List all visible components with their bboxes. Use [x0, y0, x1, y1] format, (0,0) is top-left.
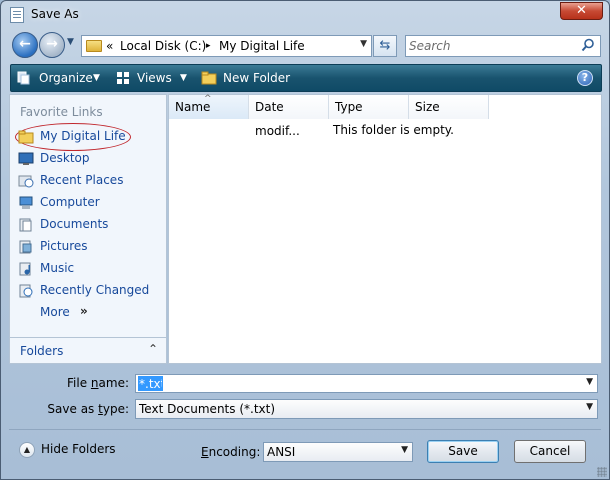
divider [9, 429, 601, 430]
views-label: Views [137, 71, 172, 85]
favorite-link-more[interactable]: More » [14, 303, 164, 323]
refresh-icon: ⇆ [379, 38, 391, 53]
folder-icon [18, 130, 34, 144]
organize-button[interactable]: Organize ▼ [17, 65, 107, 91]
forward-arrow-icon: → [46, 36, 58, 52]
recent-pages-dropdown[interactable]: ▼ [67, 37, 79, 53]
search-input[interactable] [409, 38, 579, 54]
computer-icon [19, 196, 33, 209]
views-icon [117, 72, 129, 84]
back-button[interactable]: ← [12, 32, 38, 58]
hide-folders-label: Hide Folders [41, 442, 116, 456]
encoding-label: Encoding: [201, 445, 261, 459]
favorite-link-recently-changed[interactable]: Recently Changed [14, 281, 164, 301]
folder-icon [86, 40, 102, 52]
column-header-label: Date modif... [255, 100, 300, 138]
favorite-link-desktop[interactable]: Desktop [14, 149, 164, 169]
favorite-link-label: Recent Places [40, 173, 124, 187]
organize-icon [17, 71, 30, 85]
folders-toggle-bar[interactable]: Folders ⌃ [10, 337, 166, 363]
organize-dropdown-icon: ▼ [93, 73, 100, 83]
favorite-links-heading: Favorite Links [20, 105, 103, 119]
resize-grip[interactable] [597, 467, 607, 477]
search-box[interactable] [405, 35, 601, 57]
navigation-pane: Favorite Links My Digital Life Desktop R… [9, 94, 167, 364]
back-arrow-icon: ← [19, 36, 31, 52]
breadcrumb-overflow[interactable]: « [106, 39, 113, 53]
chevron-up-icon: ▲ [19, 442, 35, 458]
new-folder-icon [201, 71, 217, 85]
address-dropdown-arrow[interactable]: ▼ [360, 39, 367, 49]
hide-folders-button[interactable]: ▲ Hide Folders [19, 441, 129, 461]
chevron-down-icon[interactable]: ▼ [586, 377, 593, 387]
savetype-label: Save as type: [47, 402, 129, 416]
command-bar: Organize ▼ Views ▼ New Folder ? [10, 64, 602, 92]
sort-ascending-icon: ^ [204, 94, 212, 104]
pictures-icon [19, 240, 32, 254]
favorite-link-label: Music [40, 261, 75, 275]
column-header-label: Size [415, 100, 440, 114]
favorite-link-label: Computer [40, 195, 100, 209]
chevron-down-icon: ▼ [586, 402, 593, 412]
favorite-link-label: Pictures [40, 239, 88, 253]
help-icon[interactable]: ? [577, 70, 593, 86]
refresh-button[interactable]: ⇆ [373, 35, 397, 57]
save-button[interactable]: Save [427, 440, 499, 463]
favorite-link-label: Recently Changed [40, 283, 150, 297]
favorite-link-recent-places[interactable]: Recent Places [14, 171, 164, 191]
chevron-down-icon: ▼ [401, 445, 408, 455]
cancel-button[interactable]: Cancel [514, 440, 586, 463]
recent-places-icon [18, 175, 34, 188]
encoding-value: ANSI [267, 445, 296, 459]
encoding-select[interactable]: ANSI ▼ [263, 442, 413, 462]
save-as-dialog: Save As ✕ ← → ▼ « Local Disk (C:) ▸ My D… [0, 0, 610, 480]
views-button[interactable]: Views ▼ [116, 65, 196, 91]
filename-label: File name: [67, 376, 129, 390]
search-icon[interactable] [581, 38, 595, 52]
savetype-select[interactable]: Text Documents (*.txt) ▼ [135, 399, 598, 419]
address-bar[interactable]: « Local Disk (C:) ▸ My Digital Life ▼ [81, 35, 372, 57]
savetype-value: Text Documents (*.txt) [139, 402, 276, 416]
favorite-link-documents[interactable]: Documents [14, 215, 164, 235]
favorite-link-pictures[interactable]: Pictures [14, 237, 164, 257]
breadcrumb-my-digital-life[interactable]: My Digital Life [219, 39, 305, 53]
empty-folder-message: This folder is empty. [333, 123, 454, 137]
documents-icon [19, 218, 32, 232]
favorite-link-music[interactable]: Music [14, 259, 164, 279]
favorite-link-my-digital-life[interactable]: My Digital Life [14, 123, 164, 151]
chevron-up-icon: ⌃ [147, 342, 158, 356]
favorite-link-computer[interactable]: Computer [14, 193, 164, 213]
column-header-type[interactable]: Type [329, 95, 409, 119]
filename-input[interactable] [138, 376, 163, 391]
forward-button[interactable]: → [39, 32, 65, 58]
file-list-pane[interactable]: ^ Name Date modif... Type Size This fold… [168, 94, 602, 364]
desktop-icon [18, 152, 34, 165]
favorite-link-label: My Digital Life [40, 129, 126, 143]
title-bar[interactable]: Save As ✕ [1, 1, 609, 29]
breadcrumb-local-disk[interactable]: Local Disk (C:) [120, 39, 206, 53]
column-header-label: Type [335, 100, 363, 114]
filename-combobox[interactable]: ▼ [135, 374, 598, 393]
column-header-date-modified[interactable]: Date modif... [249, 95, 329, 138]
more-chevron-icon: » [80, 304, 88, 318]
favorite-link-label: More [40, 305, 70, 319]
column-header-name[interactable]: ^ Name [169, 94, 249, 119]
close-button[interactable]: ✕ [560, 2, 603, 20]
new-folder-button[interactable]: New Folder [201, 65, 296, 91]
music-icon [19, 262, 31, 276]
favorite-link-label: Documents [40, 217, 109, 231]
new-folder-label: New Folder [223, 71, 291, 85]
column-header-size[interactable]: Size [409, 95, 489, 119]
views-dropdown-icon: ▼ [180, 73, 187, 83]
window-title: Save As [31, 7, 79, 21]
notepad-icon [10, 7, 24, 23]
organize-label: Organize [39, 71, 93, 85]
breadcrumb-separator[interactable]: ▸ [206, 41, 211, 51]
folders-label: Folders [20, 344, 64, 358]
recently-changed-icon [19, 284, 33, 298]
favorite-link-label: Desktop [40, 151, 90, 165]
